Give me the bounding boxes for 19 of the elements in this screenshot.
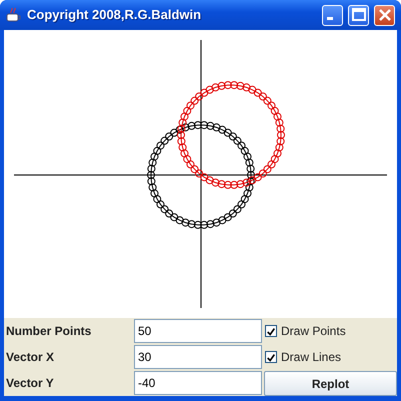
field-label: Vector X	[6, 349, 56, 366]
checkbox-label: Draw Points	[281, 323, 346, 340]
checkbox[interactable]	[265, 351, 277, 363]
close-button[interactable]	[374, 4, 395, 26]
close-icon	[378, 8, 391, 22]
field-label: Vector Y	[6, 375, 55, 392]
checkbox-label: Draw Lines	[281, 349, 342, 366]
text-field[interactable]: 30	[134, 345, 262, 369]
application-icon	[6, 7, 22, 23]
text-field[interactable]: 50	[134, 319, 262, 343]
minimize-button[interactable]	[322, 4, 343, 26]
maximize-button[interactable]	[348, 4, 369, 26]
field-label: Number Points	[6, 323, 92, 340]
minimize-icon	[326, 17, 332, 20]
text-field[interactable]: -40	[134, 371, 262, 395]
replot-button[interactable]: Replot	[264, 371, 397, 396]
checkbox[interactable]	[265, 325, 277, 337]
maximize-icon	[352, 8, 366, 21]
window-title: Copyright 2008,R.G.Baldwin	[27, 6, 202, 24]
